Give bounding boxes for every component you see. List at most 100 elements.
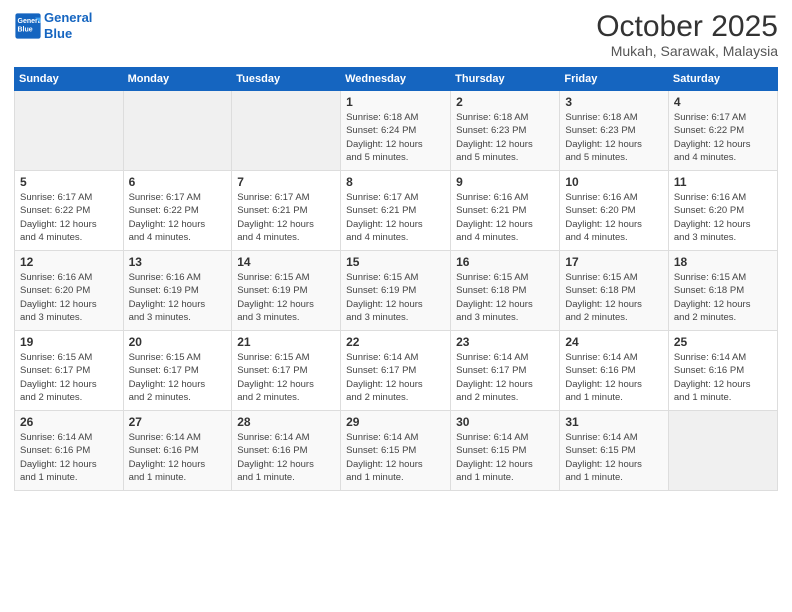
- day-info: Sunrise: 6:14 AM Sunset: 6:15 PM Dayligh…: [565, 431, 663, 484]
- day-cell: 17Sunrise: 6:15 AM Sunset: 6:18 PM Dayli…: [560, 251, 669, 331]
- header-saturday: Saturday: [668, 68, 777, 91]
- day-info: Sunrise: 6:17 AM Sunset: 6:22 PM Dayligh…: [129, 191, 227, 244]
- day-number: 5: [20, 175, 118, 189]
- day-number: 7: [237, 175, 335, 189]
- week-row-1: 1Sunrise: 6:18 AM Sunset: 6:24 PM Daylig…: [15, 91, 778, 171]
- day-number: 10: [565, 175, 663, 189]
- week-row-4: 19 Sunrise: 6:15 AM Sunset: 6:17 PM Dayli…: [15, 331, 778, 411]
- day-cell: 10 Sunrise: 6:16 AM Sunset: 6:20 PM Dayli…: [560, 171, 669, 251]
- day-info: Sunrise: 6:14 AM Sunset: 6:16 PM Dayligh…: [20, 431, 118, 484]
- week-row-5: 26Sunrise: 6:14 AM Sunset: 6:16 PM Dayli…: [15, 411, 778, 491]
- logo-line2: Blue: [44, 26, 72, 41]
- day-info: Sunrise: 6:17 AM Sunset: 6:21 PM Dayligh…: [346, 191, 445, 244]
- day-cell: [15, 91, 124, 171]
- day-info: Sunrise: 6:16 AM Sunset: 6:21 PM Dayligh…: [456, 191, 554, 244]
- day-cell: 26Sunrise: 6:14 AM Sunset: 6:16 PM Dayli…: [15, 411, 124, 491]
- day-number: 29: [346, 415, 445, 429]
- day-cell: 5Sunrise: 6:17 AM Sunset: 6:22 PM Daylig…: [15, 171, 124, 251]
- day-cell: 24Sunrise: 6:14 AM Sunset: 6:16 PM Dayli…: [560, 331, 669, 411]
- day-info: Sunrise: 6:15 AM Sunset: 6:18 PM Dayligh…: [456, 271, 554, 324]
- day-number: 25: [674, 335, 772, 349]
- day-number: 28: [237, 415, 335, 429]
- logo-line1: General: [44, 10, 92, 25]
- day-number: 11: [674, 175, 772, 189]
- day-info: Sunrise: 6:14 AM Sunset: 6:16 PM Dayligh…: [129, 431, 227, 484]
- header-wednesday: Wednesday: [341, 68, 451, 91]
- day-cell: 25 Sunrise: 6:14 AM Sunset: 6:16 PM Dayli…: [668, 331, 777, 411]
- day-number: 8: [346, 175, 445, 189]
- day-cell: 19Sunrise: 6:15 AM Sunset: 6:17 PM Dayli…: [15, 331, 124, 411]
- day-cell: 18 Sunrise: 6:15 AM Sunset: 6:18 PM Dayli…: [668, 251, 777, 331]
- day-info: Sunrise: 6:18 AM Sunset: 6:23 PM Dayligh…: [565, 111, 663, 164]
- page-container: General Blue General Blue October 2025 M…: [0, 0, 792, 501]
- day-cell: 29Sunrise: 6:14 AM Sunset: 6:15 PM Dayli…: [341, 411, 451, 491]
- logo: General Blue General Blue: [14, 10, 92, 41]
- day-info: Sunrise: 6:16 AM Sunset: 6:20 PM Dayligh…: [674, 191, 772, 244]
- day-info: Sunrise: 6:14 AM Sunset: 6:16 PM Dayligh…: [237, 431, 335, 484]
- day-cell: 2Sunrise: 6:18 AM Sunset: 6:23 PM Daylig…: [451, 91, 560, 171]
- day-info: Sunrise: 6:15 AM Sunset: 6:19 PM Dayligh…: [237, 271, 335, 324]
- page-header: General Blue General Blue October 2025 M…: [14, 10, 778, 59]
- day-number: 30: [456, 415, 554, 429]
- day-number: 22: [346, 335, 445, 349]
- day-info: Sunrise: 6:14 AM Sunset: 6:16 PM Dayligh…: [674, 351, 772, 404]
- day-cell: 14 Sunrise: 6:15 AM Sunset: 6:19 PM Dayli…: [232, 251, 341, 331]
- day-number: 3: [565, 95, 663, 109]
- week-row-2: 5 Sunrise: 6:17 AM Sunset: 6:22 PM Daylig…: [15, 171, 778, 251]
- day-cell: 15Sunrise: 6:15 AM Sunset: 6:19 PM Dayli…: [341, 251, 451, 331]
- day-info: Sunrise: 6:14 AM Sunset: 6:17 PM Dayligh…: [346, 351, 445, 404]
- day-number: 9: [456, 175, 554, 189]
- day-info: Sunrise: 6:16 AM Sunset: 6:19 PM Dayligh…: [129, 271, 227, 324]
- calendar-header: Sunday Monday Tuesday Wednesday Thursday…: [15, 68, 778, 91]
- day-number: 31: [565, 415, 663, 429]
- day-cell: 28 Sunrise: 6:14 AM Sunset: 6:16 PM Dayli…: [232, 411, 341, 491]
- day-info: Sunrise: 6:15 AM Sunset: 6:18 PM Dayligh…: [565, 271, 663, 324]
- day-info: Sunrise: 6:14 AM Sunset: 6:17 PM Dayligh…: [456, 351, 554, 404]
- header-row: Sunday Monday Tuesday Wednesday Thursday…: [15, 68, 778, 91]
- day-cell: 9 Sunrise: 6:16 AM Sunset: 6:21 PM Daylig…: [451, 171, 560, 251]
- day-cell: 31 Sunrise: 6:14 AM Sunset: 6:15 PM Dayli…: [560, 411, 669, 491]
- day-number: 12: [20, 255, 118, 269]
- header-sunday: Sunday: [15, 68, 124, 91]
- header-friday: Friday: [560, 68, 669, 91]
- day-cell: 23 Sunrise: 6:14 AM Sunset: 6:17 PM Dayli…: [451, 331, 560, 411]
- day-info: Sunrise: 6:15 AM Sunset: 6:19 PM Dayligh…: [346, 271, 445, 324]
- header-thursday: Thursday: [451, 68, 560, 91]
- day-info: Sunrise: 6:14 AM Sunset: 6:16 PM Dayligh…: [565, 351, 663, 404]
- day-cell: [123, 91, 232, 171]
- day-number: 4: [674, 95, 772, 109]
- day-cell: 3 Sunrise: 6:18 AM Sunset: 6:23 PM Daylig…: [560, 91, 669, 171]
- day-cell: 8 Sunrise: 6:17 AM Sunset: 6:21 PM Daylig…: [341, 171, 451, 251]
- day-cell: 12Sunrise: 6:16 AM Sunset: 6:20 PM Dayli…: [15, 251, 124, 331]
- logo-text: General Blue: [44, 10, 92, 41]
- day-info: Sunrise: 6:17 AM Sunset: 6:22 PM Dayligh…: [674, 111, 772, 164]
- day-info: Sunrise: 6:15 AM Sunset: 6:18 PM Dayligh…: [674, 271, 772, 324]
- day-info: Sunrise: 6:16 AM Sunset: 6:20 PM Dayligh…: [565, 191, 663, 244]
- day-cell: 27 Sunrise: 6:14 AM Sunset: 6:16 PM Dayli…: [123, 411, 232, 491]
- day-number: 14: [237, 255, 335, 269]
- day-number: 21: [237, 335, 335, 349]
- day-info: Sunrise: 6:15 AM Sunset: 6:17 PM Dayligh…: [129, 351, 227, 404]
- header-monday: Monday: [123, 68, 232, 91]
- day-number: 2: [456, 95, 554, 109]
- calendar-body: 1Sunrise: 6:18 AM Sunset: 6:24 PM Daylig…: [15, 91, 778, 491]
- week-row-3: 12Sunrise: 6:16 AM Sunset: 6:20 PM Dayli…: [15, 251, 778, 331]
- day-number: 13: [129, 255, 227, 269]
- day-number: 20: [129, 335, 227, 349]
- day-number: 6: [129, 175, 227, 189]
- day-number: 19: [20, 335, 118, 349]
- day-cell: 6 Sunrise: 6:17 AM Sunset: 6:22 PM Daylig…: [123, 171, 232, 251]
- calendar-table: Sunday Monday Tuesday Wednesday Thursday…: [14, 67, 778, 491]
- day-cell: 7Sunrise: 6:17 AM Sunset: 6:21 PM Daylig…: [232, 171, 341, 251]
- day-number: 18: [674, 255, 772, 269]
- svg-text:Blue: Blue: [18, 26, 33, 33]
- day-cell: 30Sunrise: 6:14 AM Sunset: 6:15 PM Dayli…: [451, 411, 560, 491]
- month-title: October 2025: [596, 10, 778, 43]
- location-subtitle: Mukah, Sarawak, Malaysia: [596, 43, 778, 59]
- day-number: 27: [129, 415, 227, 429]
- day-cell: 22 Sunrise: 6:14 AM Sunset: 6:17 PM Dayli…: [341, 331, 451, 411]
- day-number: 23: [456, 335, 554, 349]
- day-cell: 4 Sunrise: 6:17 AM Sunset: 6:22 PM Daylig…: [668, 91, 777, 171]
- day-cell: 16Sunrise: 6:15 AM Sunset: 6:18 PM Dayli…: [451, 251, 560, 331]
- day-cell: 1Sunrise: 6:18 AM Sunset: 6:24 PM Daylig…: [341, 91, 451, 171]
